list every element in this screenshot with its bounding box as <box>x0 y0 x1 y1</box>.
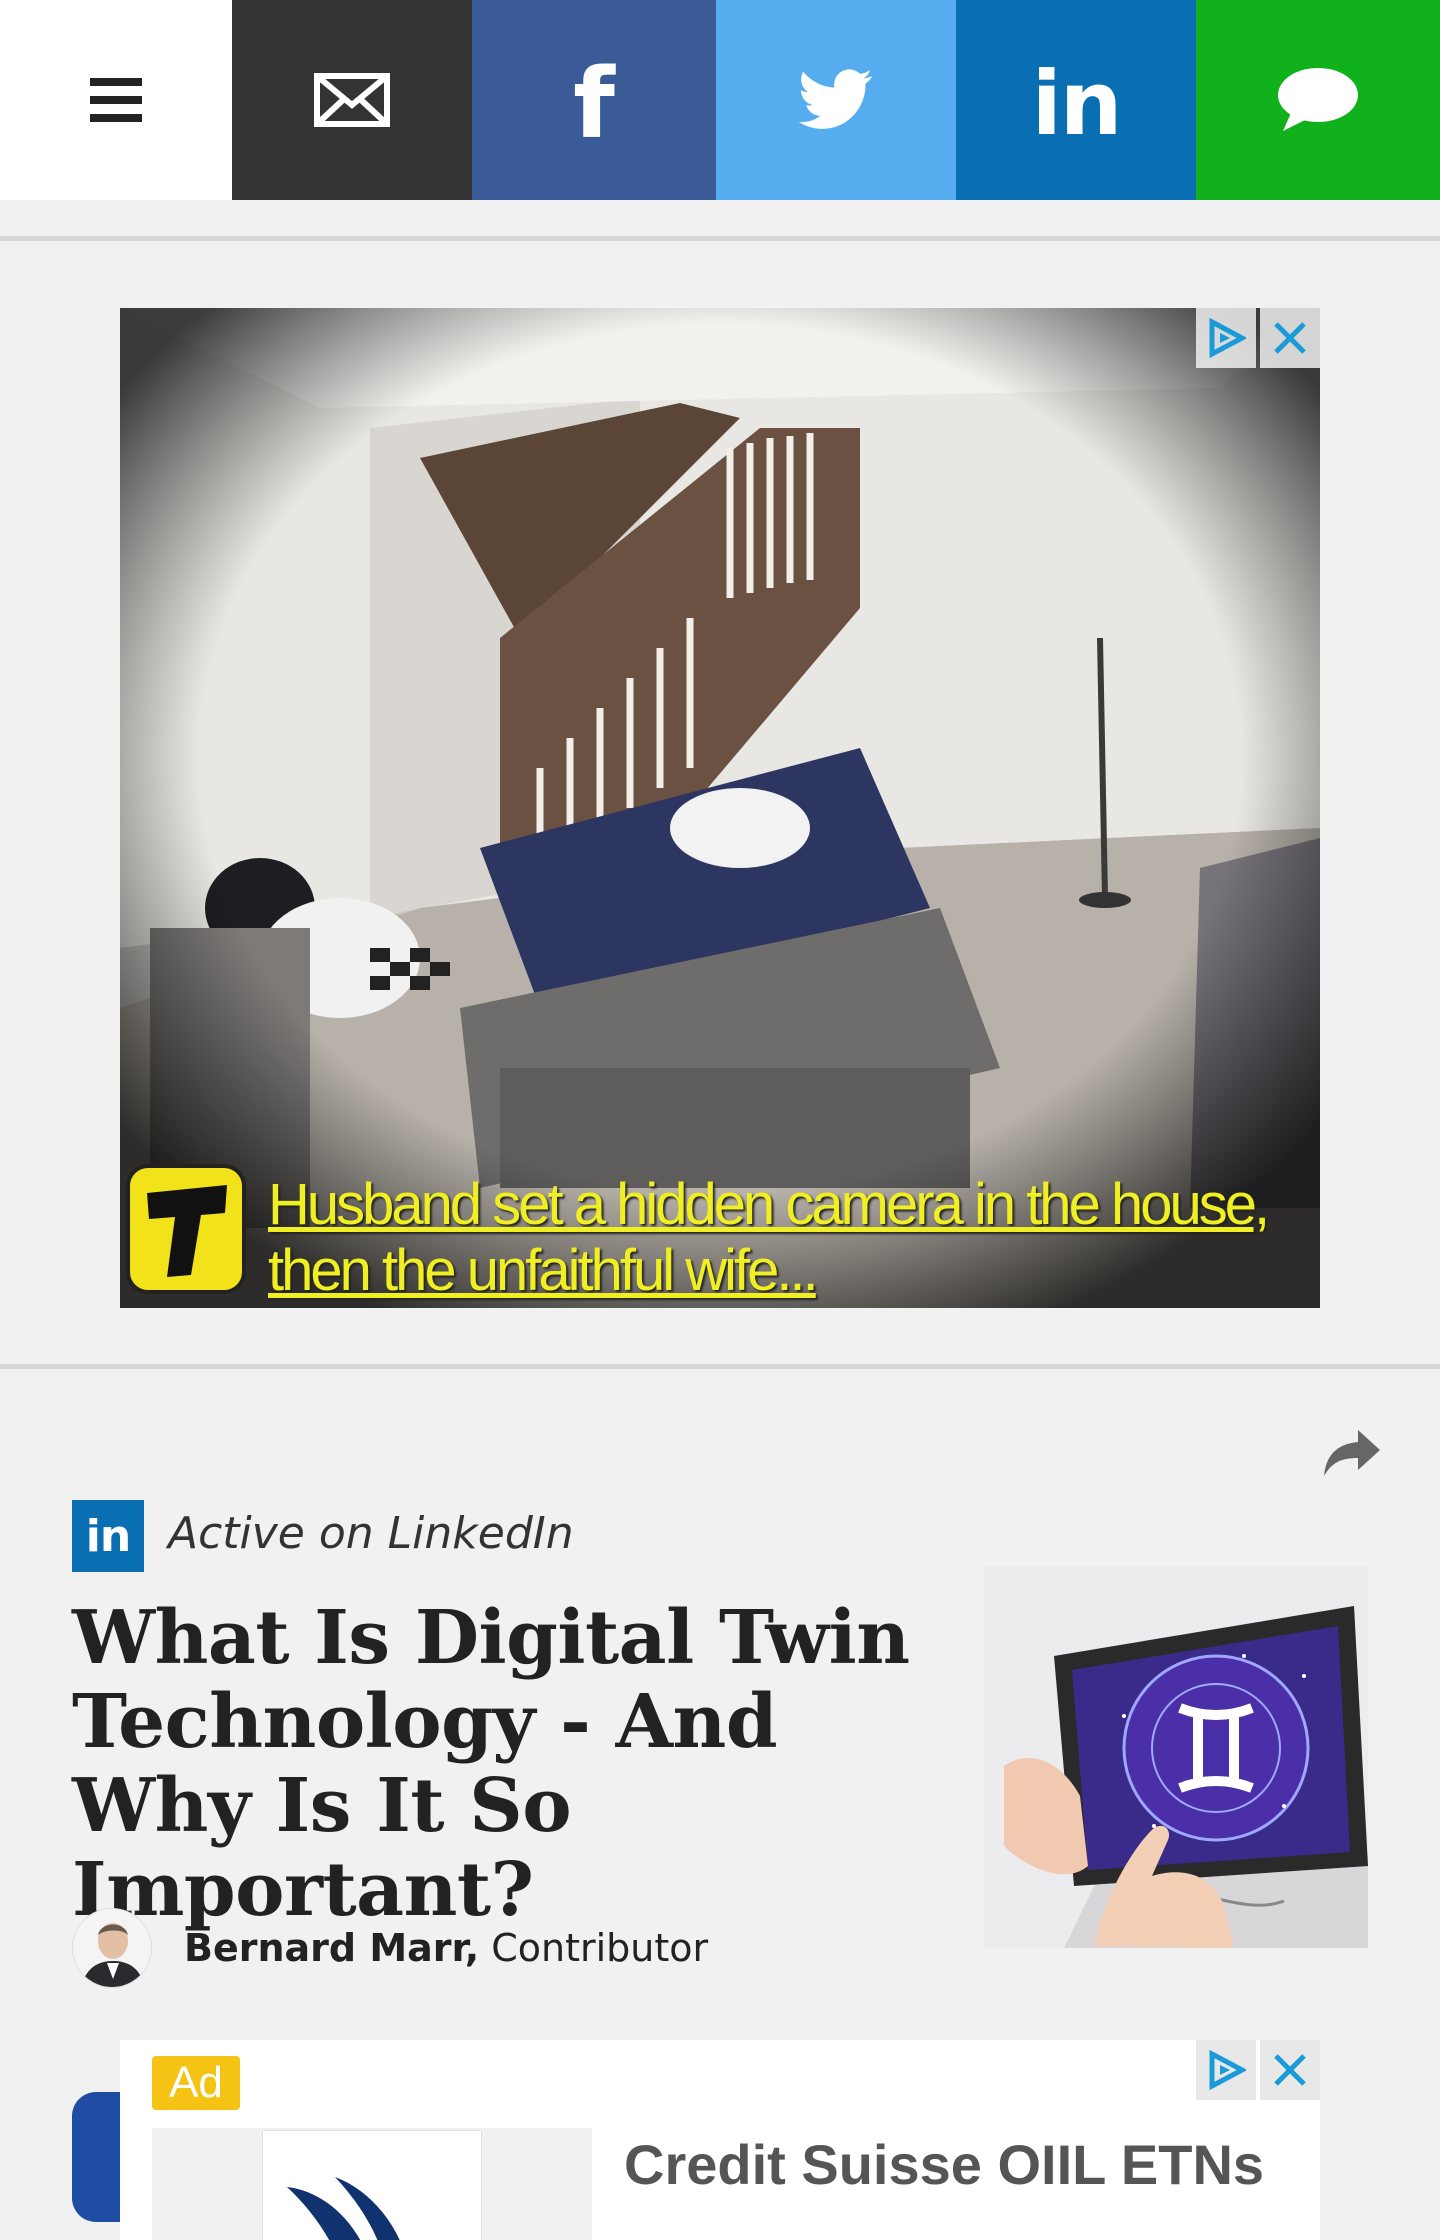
ad-brand-logo <box>126 1164 246 1294</box>
divider <box>0 236 1440 241</box>
share-toolbar: f in <box>0 0 1440 200</box>
article-headline[interactable]: What Is Digital Twin Technology - And Wh… <box>72 1596 932 1932</box>
menu-button[interactable] <box>0 0 232 200</box>
divider <box>0 1364 1440 1369</box>
author-photo <box>73 1909 151 1987</box>
facebook-share-button[interactable]: f <box>472 0 716 200</box>
active-on-linkedin-label: Active on LinkedIn <box>168 1508 574 1559</box>
ad-image <box>120 308 1320 1308</box>
ad-label: Ad <box>152 2056 240 2110</box>
close-icon <box>1274 2054 1306 2086</box>
adchoices-button[interactable] <box>1196 308 1256 368</box>
twitter-share-button[interactable] <box>716 0 956 200</box>
sms-share-button[interactable] <box>1196 0 1440 200</box>
page: f in Husband set a hidden camera in the … <box>0 0 1440 2240</box>
tablet-zodiac-image <box>984 1566 1368 1948</box>
author-avatar[interactable] <box>72 1908 152 1988</box>
hamburger-icon <box>90 78 142 122</box>
article-thumbnail[interactable] <box>984 1566 1368 1948</box>
author-name[interactable]: Bernard Marr, <box>184 1926 479 1970</box>
adchoices-button[interactable] <box>1196 2040 1256 2100</box>
sail-logo-icon <box>287 2177 400 2240</box>
linkedin-badge-icon: in <box>72 1500 144 1572</box>
ad-caption[interactable]: Husband set a hidden camera in the house… <box>268 1172 1320 1304</box>
close-icon <box>1274 322 1306 354</box>
facebook-icon: f <box>573 48 615 160</box>
sponsored-ad[interactable]: Ad Credit Suisse OIIL ETNs <box>120 2040 1320 2240</box>
ad-close-button[interactable] <box>1260 308 1320 368</box>
ad-image <box>152 2128 592 2240</box>
ad-title[interactable]: Credit Suisse OIIL ETNs <box>624 2132 1264 2198</box>
ad-logo-frame <box>262 2130 482 2240</box>
ad-close-button[interactable] <box>1260 2040 1320 2100</box>
byline: Bernard Marr, Contributor <box>184 1918 708 1978</box>
adchoices-icon <box>1209 2050 1246 2090</box>
speech-bubble-icon <box>1278 68 1358 131</box>
share-arrow-icon[interactable] <box>1322 1428 1382 1480</box>
linkedin-share-button[interactable]: in <box>956 0 1196 200</box>
author-role: Contributor <box>479 1926 709 1970</box>
email-share-button[interactable] <box>232 0 472 200</box>
t-logo-icon <box>147 1185 227 1277</box>
twitter-bird-icon <box>798 69 872 129</box>
adchoices-icon <box>1209 318 1246 358</box>
video-ad-banner[interactable]: Husband set a hidden camera in the house… <box>120 308 1320 1308</box>
envelope-icon <box>314 73 390 127</box>
linkedin-icon: in <box>1031 52 1123 155</box>
